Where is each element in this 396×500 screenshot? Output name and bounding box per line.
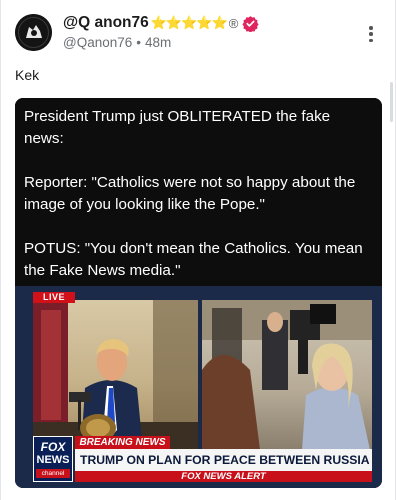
display-name[interactable]: @Q anon76: [63, 14, 149, 32]
fox-news-logo: FOX NEWS channel: [33, 436, 73, 482]
quote-paragraph: Reporter: "Catholics were not so happy a…: [24, 174, 356, 213]
avatar[interactable]: [15, 14, 52, 51]
author-name-row: @Q anon76 ⭐⭐⭐⭐⭐ ®: [63, 12, 259, 34]
post-meta: @Qanon76 • 48m: [63, 35, 171, 50]
timestamp[interactable]: 48m: [145, 35, 171, 50]
chyron-headline: TRUMP ON PLAN FOR PEACE BETWEEN RUSSIA &…: [75, 449, 372, 471]
logo-line-3: channel: [36, 469, 70, 478]
live-badge: LIVE: [33, 292, 75, 303]
post-card: @Q anon76 ⭐⭐⭐⭐⭐ ® @Qanon76 • 48m Kek Presi…: [0, 0, 396, 500]
video-frame[interactable]: LIVE FOX NEWS channel BREAKING NEWS TRUM…: [15, 286, 382, 488]
more-dot: [369, 26, 373, 30]
news-alert-ticker: FOX NEWS ALERT: [75, 471, 372, 482]
handle[interactable]: @Qanon76: [63, 35, 132, 50]
broadcast-left-pane: [33, 300, 198, 450]
logo-line-1: FOX: [40, 440, 66, 454]
more-dot: [369, 32, 373, 36]
verified-badge-icon: [242, 15, 259, 32]
reporter-scene-image: [202, 300, 372, 450]
media-attachment[interactable]: President Trump just OBLITERATED the fak…: [15, 98, 382, 488]
meta-separator: •: [136, 35, 141, 50]
more-dot: [369, 38, 373, 42]
scrollbar-thumb[interactable]: [390, 82, 393, 122]
more-options-icon[interactable]: [365, 24, 377, 44]
logo-line-2: NEWS: [36, 454, 70, 466]
breaking-news-tag: BREAKING NEWS: [75, 436, 170, 449]
post-text: Kek: [15, 67, 40, 83]
broadcast-right-pane: [202, 300, 372, 450]
registered-mark: ®: [228, 15, 239, 31]
quote-paragraph: President Trump just OBLITERATED the fak…: [24, 108, 331, 147]
quote-paragraph: POTUS: "You don't mean the Catholics. Yo…: [24, 240, 363, 279]
speaker-scene-image: [33, 300, 198, 450]
star-emoji: ⭐⭐⭐⭐⭐: [150, 15, 228, 30]
quote-text-block: President Trump just OBLITERATED the fak…: [15, 98, 382, 286]
